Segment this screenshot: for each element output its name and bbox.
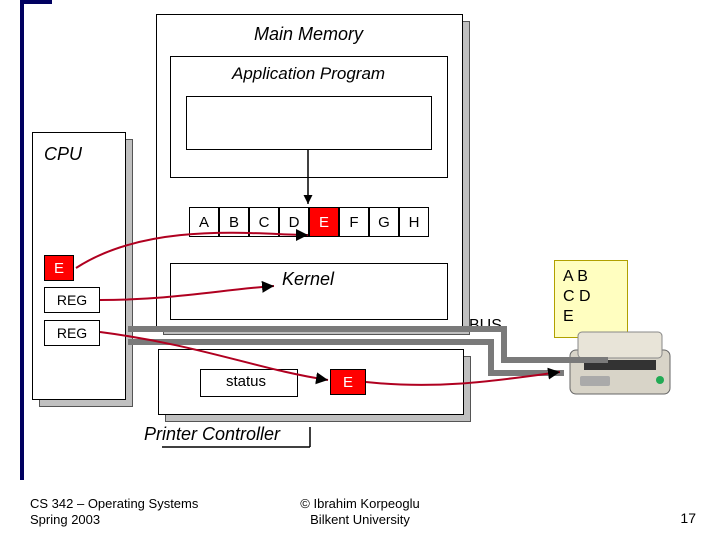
cpu-title: CPU — [44, 144, 82, 165]
reg-bottom: REG — [44, 320, 100, 346]
reg-bottom-row: REG — [44, 320, 100, 346]
app-program-title: Application Program — [232, 64, 385, 84]
cell-e: E — [309, 207, 339, 237]
footer-center: © Ibrahim Korpeoglu Bilkent University — [0, 496, 720, 528]
paper-line2: C D — [563, 287, 619, 307]
cell-g: G — [369, 207, 399, 237]
slide-border-left — [20, 0, 24, 480]
paper-line1: A B — [563, 267, 619, 287]
reg-middle: REG — [44, 287, 100, 313]
slide-number: 17 — [680, 510, 696, 526]
slide-border-top — [20, 0, 52, 4]
cell-h: H — [399, 207, 429, 237]
cell-f: F — [339, 207, 369, 237]
reg-e: E — [44, 255, 74, 281]
cell-c: C — [249, 207, 279, 237]
app-program-inner-box — [186, 96, 432, 150]
reg-e-row: E — [44, 255, 74, 281]
cell-d: D — [279, 207, 309, 237]
status-value: E — [330, 369, 366, 395]
printer-icon — [560, 320, 690, 410]
footer-university: Bilkent University — [0, 512, 720, 528]
bus-label: BUS — [469, 317, 502, 335]
status-value-row: E — [330, 369, 366, 395]
printer-controller-title: Printer Controller — [144, 424, 280, 445]
buffer-cells: A B C D E F G H — [189, 207, 429, 237]
footer-copyright: © Ibrahim Korpeoglu — [0, 496, 720, 512]
cell-a: A — [189, 207, 219, 237]
status-label: status — [226, 373, 266, 390]
main-memory-title: Main Memory — [254, 24, 363, 45]
kernel-title: Kernel — [282, 269, 334, 290]
cell-b: B — [219, 207, 249, 237]
reg-middle-row: REG — [44, 287, 100, 313]
